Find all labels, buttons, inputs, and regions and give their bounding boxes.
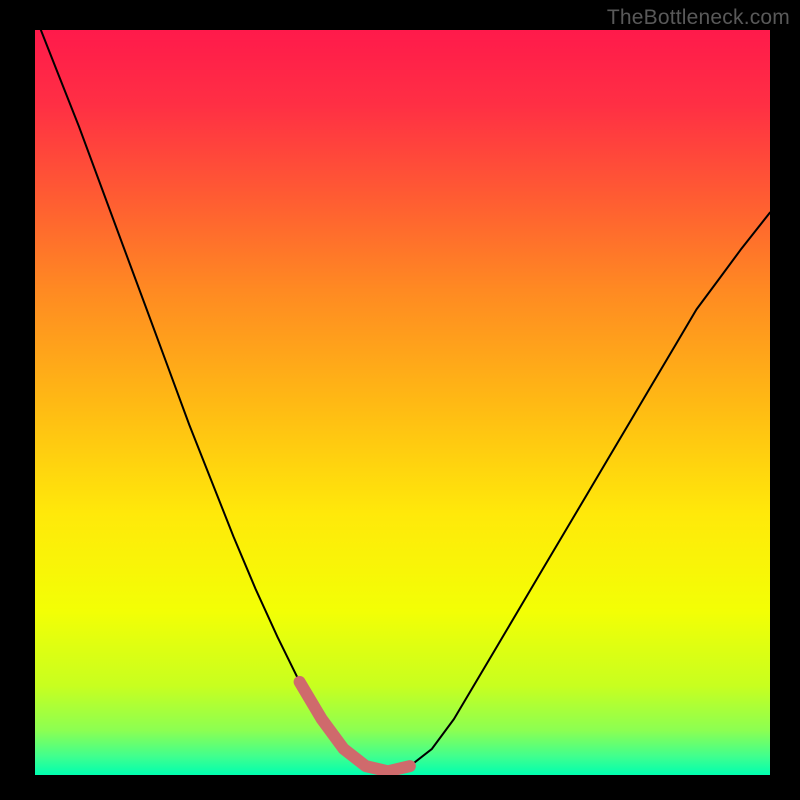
watermark-text: TheBottleneck.com [607,6,790,30]
bottleneck-chart [0,0,800,800]
plot-background [35,30,770,775]
chart-frame: TheBottleneck.com [0,0,800,800]
